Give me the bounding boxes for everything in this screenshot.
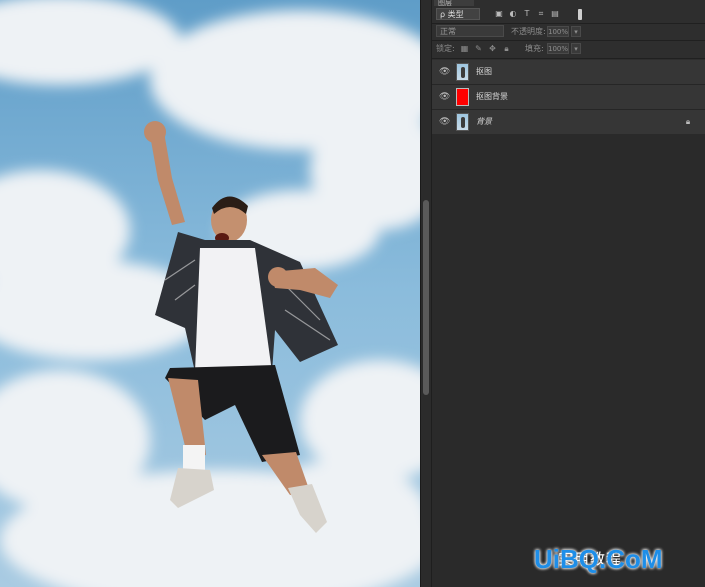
layer-thumbnail — [456, 88, 469, 106]
filter-toggle-switch[interactable] — [578, 9, 582, 20]
layer-row[interactable]: 👁︎ 抠图背景 — [432, 85, 705, 110]
layer-filter-row: ρ 类型 ▣ ◐ T ⌗ ▤ — [432, 7, 705, 23]
filter-kind-select[interactable]: ρ 类型 — [436, 8, 480, 20]
scrollbar-thumb[interactable] — [423, 200, 429, 395]
layer-name[interactable]: 抠图 — [476, 66, 492, 78]
visibility-eye-icon[interactable]: 👁︎ — [439, 92, 450, 102]
opacity-label: 不透明度: — [511, 27, 546, 36]
document-canvas[interactable] — [0, 0, 420, 587]
blend-mode-select[interactable]: 正常 — [436, 25, 504, 37]
layer-lock-icon[interactable]: 🔒︎ — [684, 117, 692, 127]
layers-empty-area[interactable] — [432, 134, 705, 587]
fill-label: 填充: — [525, 44, 544, 53]
lock-fill-row: 锁定: ▦ ✎ ✥ 🔒︎ 填充: 100% ▾ — [432, 41, 705, 57]
layer-row[interactable]: 👁︎ 背景 🔒︎ — [432, 110, 705, 135]
visibility-eye-icon[interactable]: 👁︎ — [439, 67, 450, 77]
layer-row[interactable]: 👁︎ 抠图 — [432, 60, 705, 85]
opacity-dropdown-button[interactable]: ▾ — [571, 26, 581, 37]
shape-filter-icon[interactable]: ⌗ — [536, 9, 546, 19]
layer-name[interactable]: 背景 — [476, 116, 492, 128]
adjustment-filter-icon[interactable]: ◐ — [508, 9, 518, 19]
canvas-vertical-scrollbar[interactable] — [420, 0, 431, 587]
lock-transparent-pixels-icon[interactable]: ▦ — [460, 44, 469, 53]
lock-image-pixels-icon[interactable]: ✎ — [474, 44, 483, 53]
layer-thumbnail — [456, 113, 469, 131]
watermark-logo-wrap: UiBQ.CoM — [534, 544, 663, 575]
text-filter-icon[interactable]: T — [522, 9, 532, 19]
lock-all-icon[interactable]: 🔒︎ — [502, 44, 511, 53]
lock-label: 锁定: — [436, 44, 455, 53]
sky-photo — [0, 0, 420, 587]
visibility-eye-icon[interactable]: 👁︎ — [439, 117, 450, 127]
layer-name[interactable]: 抠图背景 — [476, 91, 508, 103]
opacity-field[interactable]: 100% — [547, 26, 569, 37]
layers-panel: 图层 ρ 类型 ▣ ◐ T ⌗ ▤ 正常 不透明度: 100% ▾ 锁定: ▦ … — [432, 0, 705, 587]
smart-object-filter-icon[interactable]: ▤ — [550, 9, 560, 19]
fill-dropdown-button[interactable]: ▾ — [571, 43, 581, 54]
layers-panel-tab[interactable]: 图层 — [434, 0, 474, 6]
fill-field[interactable]: 100% — [547, 43, 569, 54]
blend-opacity-row: 正常 不透明度: 100% ▾ — [432, 24, 705, 40]
watermark-logo: UiBQ.CoM — [534, 544, 663, 574]
lock-position-icon[interactable]: ✥ — [488, 44, 497, 53]
image-filter-icon[interactable]: ▣ — [494, 9, 504, 19]
layer-thumbnail — [456, 63, 469, 81]
